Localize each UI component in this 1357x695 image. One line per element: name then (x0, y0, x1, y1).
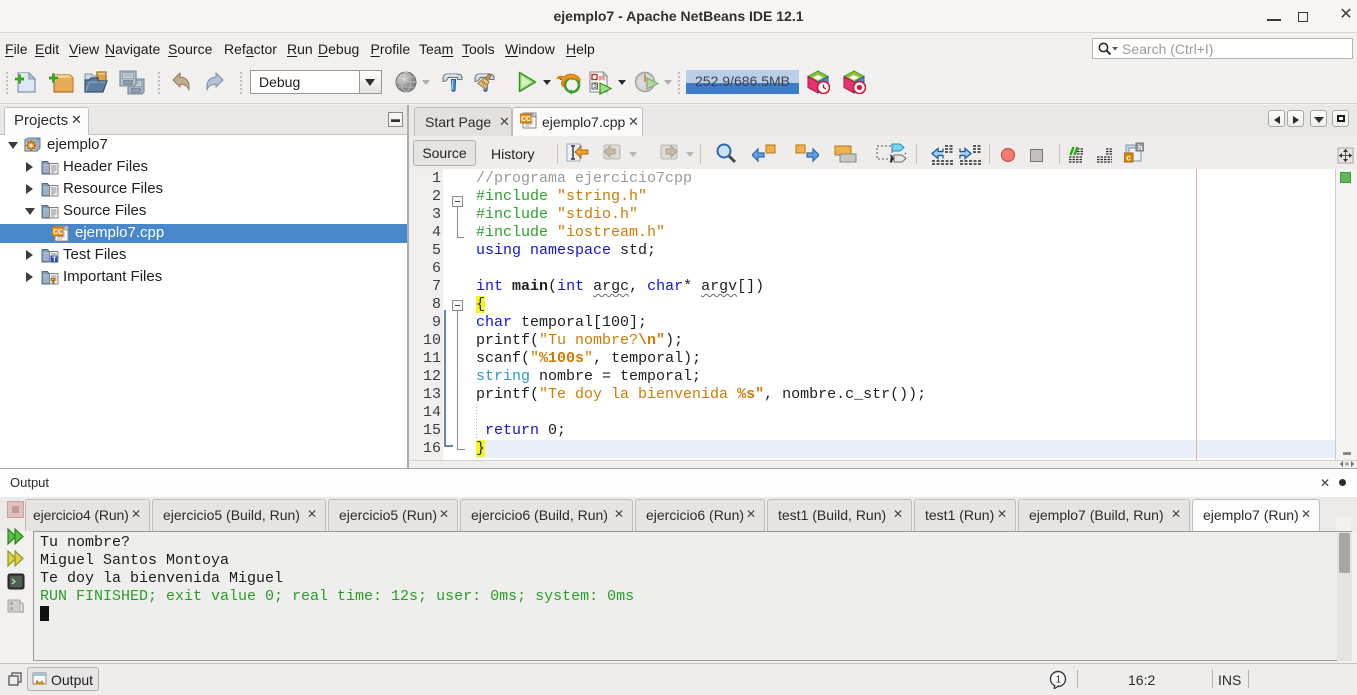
svg-text:T: T (52, 257, 57, 263)
svg-text:1: 1 (1056, 675, 1062, 686)
svg-text:h: h (1138, 143, 1143, 152)
svg-text:3: 3 (593, 83, 597, 90)
svg-text:c: c (1126, 154, 1131, 163)
svg-text:CC: CC (521, 116, 531, 123)
svg-text:CC: CC (53, 229, 63, 236)
